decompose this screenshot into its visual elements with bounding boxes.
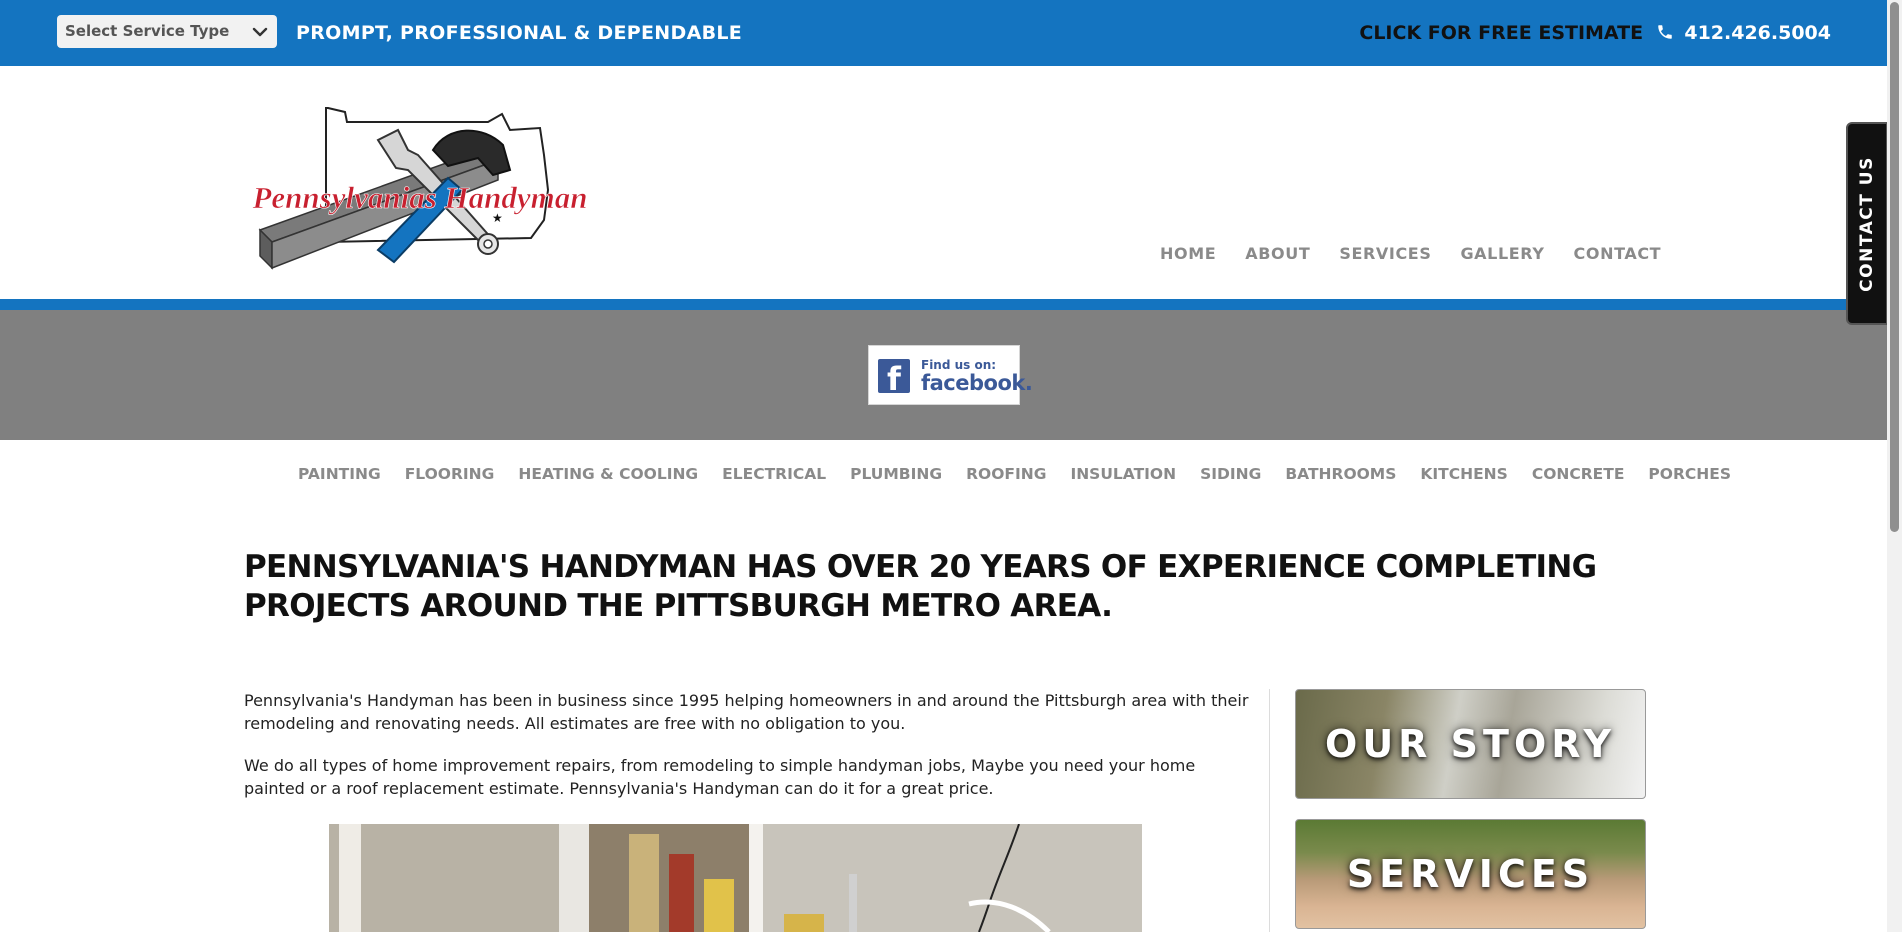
main-nav: HOME ABOUT SERVICES GALLERY CONTACT xyxy=(1160,244,1661,263)
nav-contact[interactable]: CONTACT xyxy=(1574,244,1662,263)
facebook-badge[interactable]: f Find us on: facebook. xyxy=(868,345,1033,405)
our-story-label: OUR STORY xyxy=(1325,722,1616,766)
page-headline: PENNSYLVANIA'S HANDYMAN HAS OVER 20 YEAR… xyxy=(244,549,1597,624)
nav-services[interactable]: SERVICES xyxy=(1339,244,1431,263)
scrollbar-thumb[interactable] xyxy=(1890,2,1899,532)
service-nav-plumbing[interactable]: PLUMBING xyxy=(850,465,942,483)
service-type-select[interactable]: Select Service Type xyxy=(57,15,277,48)
services-label: SERVICES xyxy=(1346,852,1595,896)
service-nav-siding[interactable]: SIDING xyxy=(1200,465,1261,483)
page-scrollbar[interactable] xyxy=(1887,0,1902,932)
sidebar-divider xyxy=(1269,689,1270,932)
facebook-badge-small-text: Find us on: xyxy=(921,358,997,372)
service-type-select-label: Select Service Type xyxy=(65,22,230,40)
service-nav-insulation[interactable]: INSULATION xyxy=(1070,465,1176,483)
service-nav-kitchens[interactable]: KITCHENS xyxy=(1420,465,1507,483)
service-nav-bathrooms[interactable]: BATHROOMS xyxy=(1285,465,1396,483)
service-nav: PAINTING FLOORING HEATING & COOLING ELEC… xyxy=(298,465,1731,483)
svg-text:★: ★ xyxy=(492,211,503,225)
service-nav-electrical[interactable]: ELECTRICAL xyxy=(722,465,826,483)
nav-home[interactable]: HOME xyxy=(1160,244,1216,263)
contact-us-tab-label: CONTACT US xyxy=(1857,155,1877,292)
nav-about[interactable]: ABOUT xyxy=(1245,244,1310,263)
free-estimate-label: CLICK FOR FREE ESTIMATE xyxy=(1359,22,1644,44)
services-paragraph: We do all types of home improvement repa… xyxy=(244,756,1196,798)
top-bar: Select Service Type PROMPT, PROFESSIONAL… xyxy=(0,0,1902,66)
service-nav-flooring[interactable]: FLOORING xyxy=(405,465,495,483)
project-photo xyxy=(329,824,1142,932)
header-divider xyxy=(0,299,1888,310)
facebook-badge-wordmark: facebook. xyxy=(921,371,1033,395)
free-estimate-link[interactable]: CLICK FOR FREE ESTIMATE 412.426.5004 xyxy=(1359,22,1831,44)
our-story-button[interactable]: OUR STORY xyxy=(1295,689,1646,799)
services-button[interactable]: SERVICES xyxy=(1295,819,1646,929)
facebook-icon: f xyxy=(878,359,910,398)
phone-number: 412.426.5004 xyxy=(1684,22,1831,44)
intro-paragraph: Pennsylvania's Handyman has been in busi… xyxy=(244,691,1249,733)
service-nav-heating-cooling[interactable]: HEATING & COOLING xyxy=(518,465,698,483)
phone-icon xyxy=(1657,25,1672,39)
site-logo[interactable]: Pennsylvanias Handyman ★ xyxy=(248,100,593,275)
service-nav-concrete[interactable]: CONCRETE xyxy=(1532,465,1625,483)
service-nav-painting[interactable]: PAINTING xyxy=(298,465,381,483)
nav-gallery[interactable]: GALLERY xyxy=(1460,244,1544,263)
logo-text: Pennsylvanias Handyman xyxy=(251,180,587,215)
tagline: PROMPT, PROFESSIONAL & DEPENDABLE xyxy=(296,22,743,44)
chevron-down-icon xyxy=(252,27,268,37)
service-nav-porches[interactable]: PORCHES xyxy=(1648,465,1731,483)
contact-us-tab[interactable]: CONTACT US xyxy=(1846,122,1888,325)
service-nav-roofing[interactable]: ROOFING xyxy=(966,465,1046,483)
